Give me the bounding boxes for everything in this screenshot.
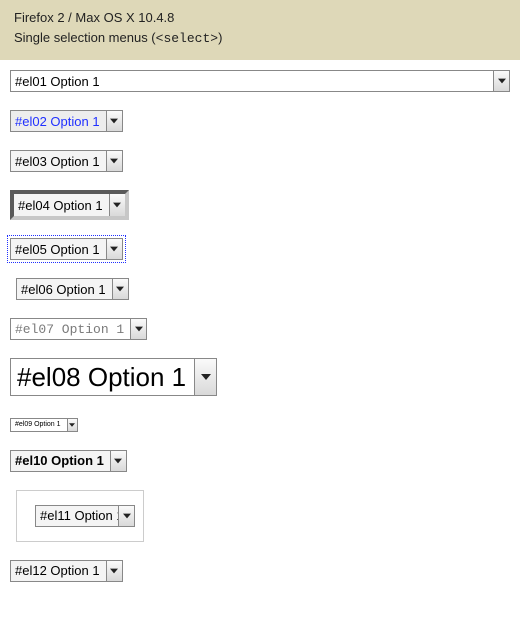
dropdown-button[interactable] <box>106 239 122 259</box>
chevron-down-icon <box>201 373 211 381</box>
dropdown-button[interactable] <box>67 419 77 431</box>
dropdown-button[interactable] <box>118 506 134 526</box>
header-line-1: Firefox 2 / Max OS X 10.4.8 <box>14 8 506 28</box>
dropdown-button[interactable] <box>106 111 122 131</box>
select-el12[interactable]: #el12 Option 1 <box>10 560 123 582</box>
select-el06[interactable]: #el06 Option 1 <box>16 278 129 300</box>
dropdown-button[interactable] <box>109 194 125 216</box>
select-el11-container: #el11 Option 1 <box>16 490 144 542</box>
select-value: #el01 Option 1 <box>11 71 493 91</box>
select-el04-border: #el04 Option 1 <box>10 190 129 220</box>
dropdown-button[interactable] <box>110 451 126 471</box>
select-value: #el06 Option 1 <box>17 279 112 299</box>
chevron-down-icon <box>110 568 118 574</box>
select-el04[interactable]: #el04 Option 1 <box>14 194 125 216</box>
select-el09[interactable]: #el09 Option 1 <box>10 418 78 432</box>
content-area: #el01 Option 1 #el02 Option 1 #el03 Opti… <box>0 60 520 620</box>
chevron-down-icon <box>116 286 124 292</box>
chevron-down-icon <box>110 246 118 252</box>
dropdown-button[interactable] <box>106 151 122 171</box>
select-value: #el03 Option 1 <box>11 151 106 171</box>
select-value: #el05 Option 1 <box>11 239 106 259</box>
code-tag: <select> <box>156 31 218 46</box>
chevron-down-icon <box>123 513 131 519</box>
dropdown-button[interactable] <box>194 359 216 395</box>
select-el02[interactable]: #el02 Option 1 <box>10 110 123 132</box>
select-value: #el10 Option 1 <box>11 451 110 471</box>
dropdown-button[interactable] <box>112 279 128 299</box>
select-el01[interactable]: #el01 Option 1 <box>10 70 510 92</box>
select-value: #el04 Option 1 <box>14 194 109 216</box>
select-el05[interactable]: #el05 Option 1 <box>10 238 123 260</box>
select-value: #el11 Option 1 <box>36 506 118 526</box>
chevron-down-icon <box>498 78 506 84</box>
select-value: #el08 Option 1 <box>11 359 194 395</box>
header-line-2: Single selection menus (<select>) <box>14 28 506 49</box>
chevron-down-icon <box>113 202 121 208</box>
dropdown-button[interactable] <box>130 319 146 339</box>
select-value: #el09 Option 1 <box>11 419 67 431</box>
select-value: #el12 Option 1 <box>11 561 106 581</box>
select-value: #el02 Option 1 <box>11 111 106 131</box>
chevron-down-icon <box>110 158 118 164</box>
select-el03[interactable]: #el03 Option 1 <box>10 150 123 172</box>
select-el11[interactable]: #el11 Option 1 <box>35 505 135 527</box>
dropdown-button[interactable] <box>106 561 122 581</box>
dropdown-button[interactable] <box>493 71 509 91</box>
select-el08[interactable]: #el08 Option 1 <box>10 358 217 396</box>
select-el10[interactable]: #el10 Option 1 <box>10 450 127 472</box>
select-el07[interactable]: #el07 Option 1 <box>10 318 147 340</box>
select-value: #el07 Option 1 <box>11 319 130 339</box>
chevron-down-icon <box>135 326 143 332</box>
header-bar: Firefox 2 / Max OS X 10.4.8 Single selec… <box>0 0 520 60</box>
chevron-down-icon <box>110 118 118 124</box>
chevron-down-icon <box>69 423 75 427</box>
chevron-down-icon <box>114 458 122 464</box>
